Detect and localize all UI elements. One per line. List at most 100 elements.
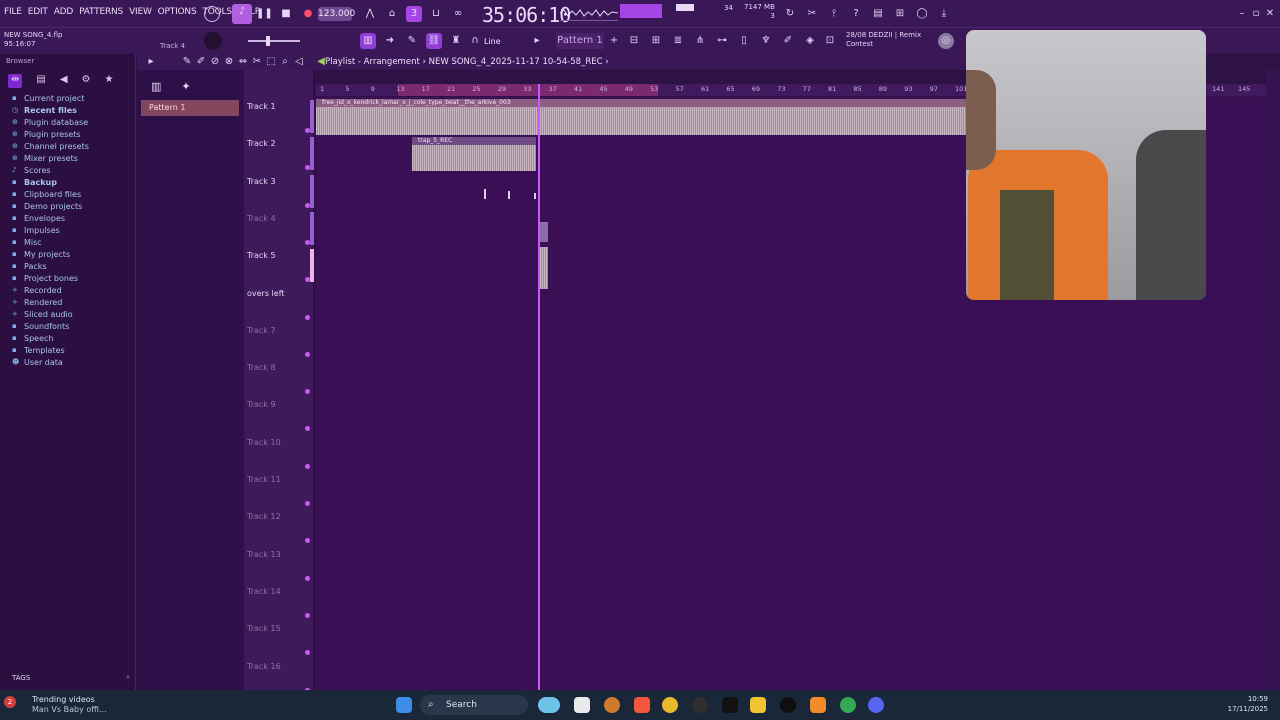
channel-rack-icon[interactable]: ⊞ (648, 33, 664, 49)
microphone-icon[interactable]: ⫯ (826, 6, 842, 22)
chrome-icon-2[interactable] (840, 697, 856, 713)
equalizer-icon[interactable]: ⋔ (692, 33, 708, 49)
track-name[interactable]: Track 1 (247, 102, 276, 111)
browser-item[interactable]: ▪ Misc (0, 236, 135, 248)
track-header[interactable]: Track 12 (244, 510, 314, 547)
browser-item[interactable]: ▪ My projects (0, 248, 135, 260)
star-icon[interactable]: ★ (105, 74, 114, 88)
search-icon[interactable]: ⌕ (126, 673, 130, 682)
track-enable-dot[interactable] (305, 463, 310, 469)
globe-icon[interactable]: ◎ (938, 33, 954, 49)
app-icon-3[interactable] (780, 697, 796, 713)
file-explorer-icon[interactable] (750, 697, 766, 713)
master-pitch-slider[interactable] (248, 36, 300, 46)
track-header[interactable]: Track 7 (244, 324, 314, 361)
snap-selector[interactable]: Line (484, 35, 528, 49)
browser-item[interactable]: ⊕ Plugin presets (0, 128, 135, 140)
add-pattern-icon[interactable]: + (606, 33, 622, 49)
audio-clip-small[interactable] (534, 193, 536, 199)
link-icon[interactable]: ⛓ (426, 33, 442, 49)
track-header[interactable]: Track 11 (244, 473, 314, 510)
audio-clip-small[interactable] (508, 191, 510, 199)
track-header[interactable]: Track 13 (244, 548, 314, 585)
piano-roll-icon[interactable]: ≣ (670, 33, 686, 49)
countdown-icon[interactable]: 3 (406, 6, 422, 22)
mixer-view-icon[interactable]: ⊟ (626, 33, 642, 49)
track-header[interactable]: overs left (244, 287, 314, 324)
pattern-item[interactable]: Pattern 1 (141, 100, 239, 116)
draw-icon[interactable]: ✎ (404, 33, 420, 49)
undo-icon[interactable]: ↻ (782, 6, 798, 22)
vertical-scrollbar[interactable] (1266, 70, 1280, 690)
track-name[interactable]: Track 10 (247, 438, 281, 447)
browser-item[interactable]: ⊕ Mixer presets (0, 152, 135, 164)
mixer-icon[interactable]: ⊞ (892, 6, 908, 22)
track-name[interactable]: Track 12 (247, 512, 281, 521)
tree-icon[interactable]: ⊶ (714, 33, 730, 49)
fl-studio-icon[interactable] (810, 697, 826, 713)
audio-clip-beat[interactable]: free_jid_x_kendrick_lamar_x_j_cole_type_… (316, 99, 966, 135)
menu-arrow-icon[interactable]: ▸ (143, 54, 159, 70)
track-name[interactable]: Track 8 (247, 363, 276, 372)
track-name[interactable]: overs left (247, 289, 285, 298)
menu-item[interactable]: VIEW (129, 7, 152, 17)
pause-button[interactable]: ❚❚ (256, 6, 273, 22)
track-name[interactable]: Track 13 (247, 550, 281, 559)
audio-clip-small[interactable] (484, 189, 486, 199)
playhead[interactable] (538, 84, 540, 690)
audio-clip-trap[interactable]: trap_5_REC (412, 137, 536, 171)
menu-item[interactable]: FILE (4, 7, 22, 17)
menu-item[interactable]: OPTIONS (158, 7, 197, 17)
file-icon[interactable]: ▤ (36, 74, 45, 88)
arrow-icon[interactable]: ➜ (382, 33, 398, 49)
menu-item[interactable]: ADD (54, 7, 74, 17)
track-header[interactable]: Track 3 (244, 174, 314, 212)
record-button[interactable]: ● (300, 6, 316, 22)
menu-item[interactable]: EDIT (28, 7, 48, 17)
track-enable-dot[interactable] (305, 575, 310, 581)
step-edit-icon[interactable]: ∞ (450, 6, 466, 22)
track-name[interactable]: Track 11 (247, 475, 281, 484)
track-name[interactable]: Track 7 (247, 326, 276, 335)
track-enable-dot[interactable] (305, 351, 310, 357)
copilot-icon[interactable] (538, 697, 560, 713)
track-header[interactable]: Track 9 (244, 398, 314, 435)
arrow-right-icon[interactable]: ▸ (532, 33, 542, 49)
menu-item[interactable]: PATTERNS (79, 7, 123, 17)
track-name[interactable]: Track 14 (247, 587, 281, 596)
track-enable-dot[interactable] (305, 389, 310, 395)
metronome-icon[interactable]: ⋀ (362, 6, 378, 22)
playback-icon[interactable]: ◁ (291, 54, 307, 70)
track-enable-dot[interactable] (305, 538, 310, 544)
track-enable-dot[interactable] (305, 501, 310, 506)
tempo-display[interactable]: 123.000 (318, 7, 355, 21)
app-icon-1[interactable] (604, 697, 620, 713)
browser-item[interactable]: ▪ Speech (0, 332, 135, 344)
track-name[interactable]: Track 4 (247, 214, 276, 223)
track-name[interactable]: Track 5 (247, 251, 276, 260)
song-position[interactable]: 35:06:10 (482, 3, 571, 27)
track-name[interactable]: Track 16 (247, 662, 281, 671)
track-enable-dot[interactable] (305, 650, 310, 656)
system-clock[interactable]: 10:59 17/11/2025 (1228, 694, 1268, 714)
browser-item[interactable]: ⊕ Channel presets (0, 140, 135, 152)
browser-item[interactable]: ▪ Clipboard files (0, 188, 135, 200)
track-name[interactable]: Track 15 (247, 624, 281, 633)
browser-item[interactable]: ▪ Backup (0, 176, 135, 188)
search-box[interactable]: Search (420, 695, 528, 715)
browser-item[interactable]: ▪ Project bones (0, 272, 135, 284)
browser-item[interactable]: ⊕ Plugin database (0, 116, 135, 128)
browser-item[interactable]: ◷ Recent files (0, 104, 135, 116)
plugin-icon[interactable]: ♆ (758, 33, 774, 49)
loop-record-icon[interactable]: ⊔ (428, 6, 444, 22)
master-volume-knob[interactable] (204, 32, 222, 50)
back-icon[interactable]: ◀ (60, 74, 68, 88)
browser-item[interactable]: ▪ Impulses (0, 224, 135, 236)
track-header[interactable]: Track 1 (244, 100, 314, 137)
browser-item[interactable]: + Rendered (0, 296, 135, 308)
scissors-icon[interactable]: ✂ (804, 6, 820, 22)
playlist-icon[interactable]: ▥ (360, 33, 376, 49)
tiktok-icon[interactable] (722, 697, 738, 713)
browser-item[interactable]: ▪ Current project (0, 92, 135, 104)
windows-start-icon[interactable] (396, 697, 412, 713)
